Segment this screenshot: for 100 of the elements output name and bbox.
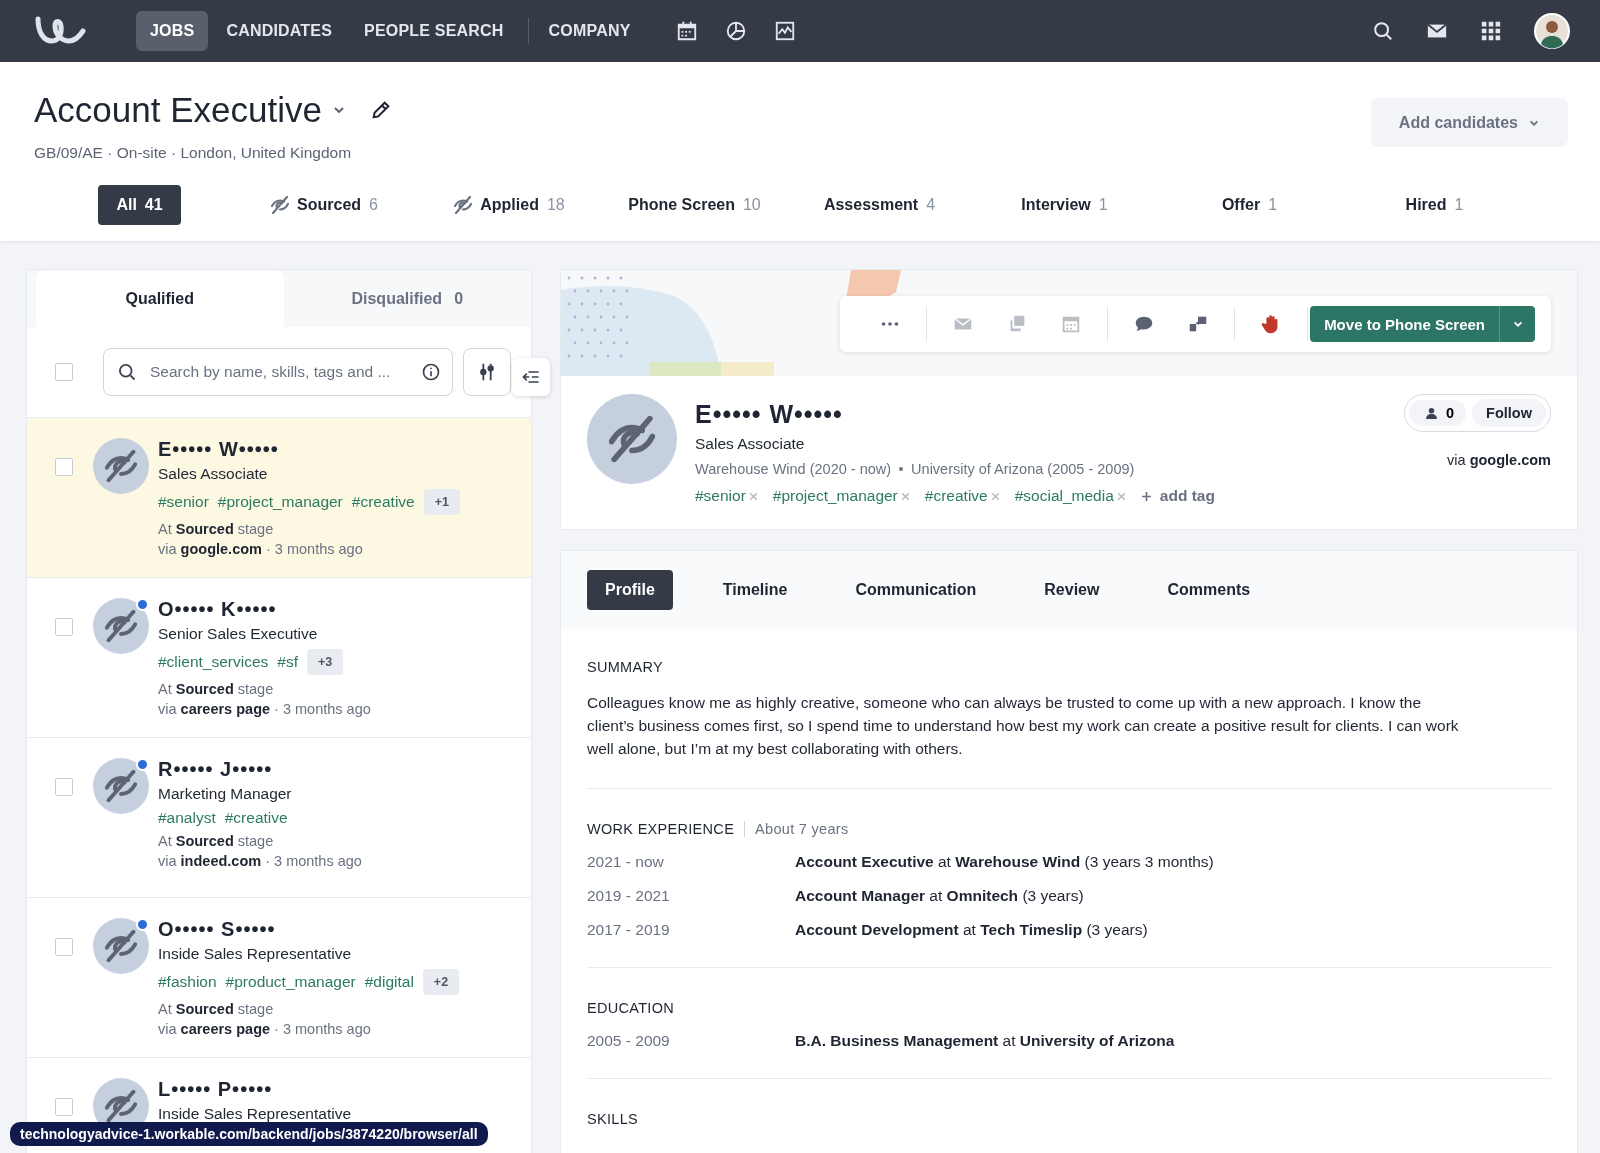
stage-tab[interactable]: Assessment 4 [805, 185, 954, 225]
select-all-checkbox[interactable] [55, 363, 73, 381]
tag[interactable]: #project_manager [217, 493, 343, 511]
history-text: Warehouse Wind (2020 - now) [695, 461, 892, 477]
source-text: via careers page [158, 1021, 271, 1037]
filter-button[interactable] [463, 348, 511, 396]
search-field[interactable]: Search by name, skills, tags and ... [103, 348, 453, 396]
candidate-title: Inside Sales Representative [158, 945, 352, 963]
candidate-title: Senior Sales Executive [158, 625, 319, 643]
profile-tab[interactable]: Communication [837, 570, 995, 610]
tag[interactable]: #fashion [158, 973, 217, 991]
section-heading: EDUCATION [587, 1000, 676, 1016]
checkbox[interactable] [55, 1098, 73, 1116]
eye-slash-icon [105, 770, 137, 802]
add-tag-button[interactable]: add tag [1140, 487, 1215, 505]
profile-tab[interactable]: Profile [587, 570, 673, 610]
period-text: 2021 - now [587, 853, 665, 871]
nav-item[interactable]: COMPANY [534, 11, 645, 51]
candidate-row[interactable]: R••••• J••••• Marketing Manager #analyst #creative At Sourced stage via indeed.com · 3 months ago [27, 738, 531, 898]
source-text: via google.com [1447, 452, 1551, 468]
eye-slash-icon [105, 1090, 137, 1122]
tag[interactable]: #analyst [158, 809, 216, 827]
checkbox[interactable] [55, 778, 73, 796]
tag[interactable]: #digital [364, 973, 414, 991]
candidate-name[interactable]: L••••• P••••• [158, 1078, 351, 1101]
profile-tab[interactable]: Review [1026, 570, 1118, 610]
more-tags-badge[interactable]: +2 [422, 969, 460, 995]
more-tags-badge[interactable]: +1 [423, 489, 460, 515]
collapse-button[interactable] [512, 358, 550, 396]
degree-text: B.A. Business Management at University of Arizona [795, 1032, 1175, 1050]
candidate-name: E••••• W••••• [695, 400, 844, 429]
candidate-row[interactable]: E••••• W••••• Sales Associate #senior #project_manager #creative +1 At Sourced stage via google.com · 3 months ago [27, 418, 531, 578]
job-meta: GB/09/AE · On-site · London, United Kingdom [34, 144, 353, 162]
stage-text: At Sourced stage [158, 833, 275, 849]
time-text: · 3 months ago [266, 541, 363, 557]
tag[interactable]: #sf [277, 653, 298, 671]
pie-chart-icon[interactable] [724, 20, 747, 42]
tag[interactable]: #project_manager [772, 487, 898, 505]
nav-item[interactable]: JOBS [136, 11, 209, 51]
stage-tab[interactable]: Hired 1 [1387, 185, 1482, 225]
more-tags-badge[interactable]: +3 [306, 649, 344, 675]
eye-slash-icon [105, 450, 137, 482]
profile-tab[interactable]: Comments [1149, 570, 1269, 610]
stage-text: At Sourced stage [158, 521, 275, 537]
follow-button[interactable]: Follow [1472, 399, 1546, 427]
stage-tab[interactable]: Sourced 6 [253, 185, 396, 225]
tag[interactable]: #social_media [1014, 487, 1114, 505]
period-text: 2017 - 2019 [587, 921, 671, 939]
tag[interactable]: #creative [924, 487, 988, 505]
add-candidates-button[interactable]: Add candidates [1370, 98, 1568, 147]
tag[interactable]: #client_services [158, 653, 269, 671]
checkbox[interactable] [55, 938, 73, 956]
checkbox[interactable] [55, 458, 73, 476]
time-text: · 3 months ago [265, 853, 362, 869]
tag[interactable]: #senior [158, 493, 209, 511]
stage-tab[interactable]: Applied 18 [436, 185, 583, 225]
search-icon[interactable] [1372, 20, 1394, 42]
role-text: Account Executive at Warehouse Wind (3 years 3 months) [795, 853, 1214, 871]
candidate-name[interactable]: O••••• S••••• [158, 918, 460, 941]
apps-grid-icon[interactable] [1480, 20, 1502, 42]
section-heading: WORK EXPERIENCE [587, 821, 735, 837]
eye-slash-icon [105, 610, 137, 642]
nav-item[interactable]: CANDIDATES [212, 11, 347, 51]
tag[interactable]: #senior [695, 487, 746, 505]
line-chart-icon[interactable] [773, 20, 796, 42]
candidate-title: Inside Sales Representative [158, 1105, 351, 1123]
user-avatar[interactable] [1534, 13, 1570, 49]
job-title: Account Executive [34, 90, 322, 130]
section-heading: SUMMARY [587, 659, 664, 675]
profile-tab[interactable]: Timeline [704, 570, 806, 610]
tag[interactable]: #creative [351, 493, 415, 511]
followers-button[interactable]: 0 [1409, 400, 1467, 426]
candidate-name[interactable]: E••••• W••••• [158, 438, 460, 461]
history-text: University of Arizona (2005 - 2009) [911, 461, 1135, 477]
role-text: Account Development at Tech Timeslip (3 years) [795, 921, 1148, 939]
list-tab[interactable]: Qualified [36, 270, 284, 327]
list-tab[interactable]: Disqualified 0 [283, 270, 531, 327]
experience-total: About 7 years [744, 821, 849, 837]
checkbox[interactable] [55, 618, 73, 636]
candidate-name[interactable]: O••••• K••••• [158, 598, 371, 621]
stage-tab[interactable]: Interview 1 [1003, 185, 1126, 225]
candidate-title: Sales Associate [695, 435, 806, 453]
candidate-row[interactable]: O••••• S••••• Inside Sales Representative #fashion #product_manager #digital +2 At Sourced stage via careers page · 3 months ago [27, 898, 531, 1058]
source-text: via google.com [158, 541, 262, 557]
stage-tab[interactable]: Phone Screen 10 [610, 185, 779, 225]
tag[interactable]: #product_manager [225, 973, 356, 991]
eye-slash-icon [271, 196, 290, 214]
tag[interactable]: #creative [224, 809, 288, 827]
stage-text: At Sourced stage [158, 1001, 275, 1017]
time-text: · 3 months ago [274, 1021, 371, 1037]
stage-tab[interactable]: Offer 1 [1203, 185, 1296, 225]
candidate-name[interactable]: R••••• J••••• [158, 758, 362, 781]
search-icon [117, 362, 137, 382]
section-heading: SKILLS [587, 1111, 639, 1127]
nav-item[interactable]: PEOPLE SEARCH [350, 11, 518, 51]
info-icon[interactable] [421, 362, 441, 382]
pencil-icon[interactable] [369, 99, 392, 121]
stage-tab[interactable]: All 41 [98, 185, 181, 225]
candidate-row[interactable]: O••••• K••••• Senior Sales Executive #client_services #sf +3 At Sourced stage via careers page · 3 months ago [27, 578, 531, 738]
calendar-icon[interactable] [675, 20, 698, 42]
